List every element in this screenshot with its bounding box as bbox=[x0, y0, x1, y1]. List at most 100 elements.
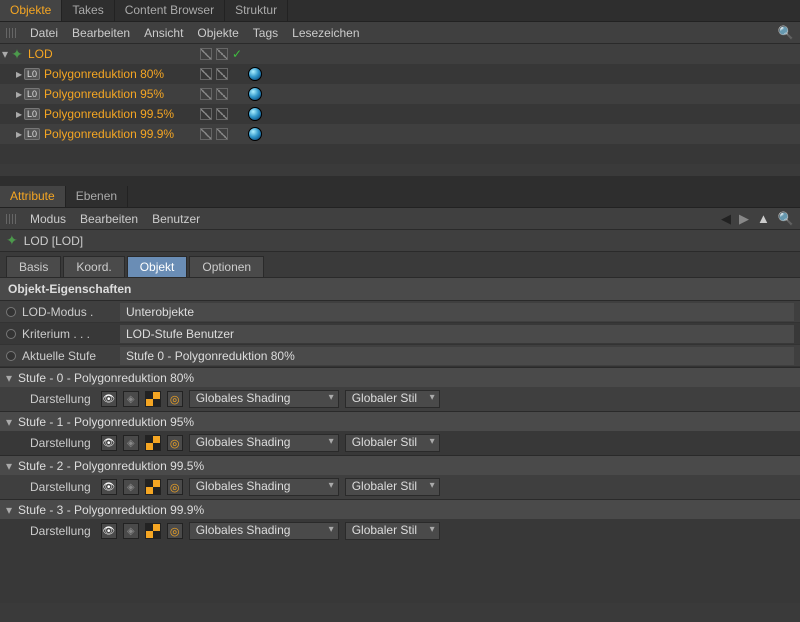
tab-attributes[interactable]: Attribute bbox=[0, 186, 66, 207]
attribute-menubar: Modus Bearbeiten Benutzer ◀ ▶ ▲ 🔍 bbox=[0, 208, 800, 230]
cube-icon[interactable] bbox=[123, 479, 139, 495]
layer-toggle-icon[interactable] bbox=[200, 88, 212, 100]
disclosure-icon[interactable]: ▸ bbox=[14, 107, 24, 121]
grip-icon[interactable] bbox=[6, 214, 16, 224]
object-tree: ▾ ✦ LOD ✓ ▸ L0 Polygonreduktion 80% ▸ L0… bbox=[0, 44, 800, 176]
anim-dot-icon[interactable] bbox=[6, 307, 16, 317]
prop-value[interactable]: Stufe 0 - Polygonreduktion 80% bbox=[120, 347, 794, 365]
render-toggle-icon[interactable] bbox=[216, 128, 228, 140]
render-toggle-icon[interactable] bbox=[216, 88, 228, 100]
panel-splitter[interactable] bbox=[0, 176, 800, 186]
tab-coord[interactable]: Koord. bbox=[63, 256, 124, 277]
tab-takes[interactable]: Takes bbox=[62, 0, 114, 21]
layer-toggle-icon[interactable] bbox=[200, 48, 212, 60]
material-sphere-icon[interactable] bbox=[248, 67, 262, 81]
target-icon[interactable] bbox=[167, 523, 183, 539]
display-label: Darstellung bbox=[30, 392, 91, 406]
material-sphere-icon[interactable] bbox=[248, 107, 262, 121]
tab-objects[interactable]: Objekte bbox=[0, 0, 62, 21]
target-icon[interactable] bbox=[167, 479, 183, 495]
material-sphere-icon[interactable] bbox=[248, 127, 262, 141]
tab-basis[interactable]: Basis bbox=[6, 256, 61, 277]
twisty-icon[interactable]: ▾ bbox=[6, 415, 18, 429]
shading-dropdown[interactable]: Globales Shading bbox=[189, 522, 339, 540]
shading-dropdown[interactable]: Globales Shading bbox=[189, 478, 339, 496]
layer-toggle-icon[interactable] bbox=[200, 68, 212, 80]
cube-icon[interactable] bbox=[123, 391, 139, 407]
checker-icon[interactable] bbox=[145, 435, 161, 451]
layer-toggle-icon[interactable] bbox=[200, 108, 212, 120]
twisty-icon[interactable]: ▾ bbox=[6, 503, 18, 517]
checker-icon[interactable] bbox=[145, 391, 161, 407]
material-sphere-icon[interactable] bbox=[248, 87, 262, 101]
shading-dropdown[interactable]: Globales Shading bbox=[189, 390, 339, 408]
lod-badge-icon: L0 bbox=[24, 88, 40, 100]
cube-icon[interactable] bbox=[123, 523, 139, 539]
disclosure-icon[interactable]: ▸ bbox=[14, 87, 24, 101]
prop-value[interactable]: LOD-Stufe Benutzer bbox=[120, 325, 794, 343]
target-icon[interactable] bbox=[167, 391, 183, 407]
grip-icon[interactable] bbox=[6, 28, 16, 38]
layer-toggle-icon[interactable] bbox=[200, 128, 212, 140]
prop-value[interactable]: Unterobjekte bbox=[120, 303, 794, 321]
nav-up-icon[interactable]: ▲ bbox=[757, 211, 770, 226]
tree-row[interactable]: ▸ L0 Polygonreduktion 99.9% bbox=[0, 124, 800, 144]
search-icon[interactable]: 🔍 bbox=[778, 211, 794, 227]
object-manager-menubar: Datei Bearbeiten Ansicht Objekte Tags Le… bbox=[0, 22, 800, 44]
object-name: Polygonreduktion 80% bbox=[44, 67, 164, 81]
tab-structure[interactable]: Struktur bbox=[225, 0, 288, 21]
menu-file[interactable]: Datei bbox=[30, 26, 58, 40]
stage-header-0[interactable]: ▾ Stufe - 0 - Polygonreduktion 80% bbox=[0, 367, 800, 387]
menu-bookmarks[interactable]: Lesezeichen bbox=[292, 26, 359, 40]
disclosure-icon[interactable]: ▸ bbox=[14, 67, 24, 81]
twisty-icon[interactable]: ▾ bbox=[6, 371, 18, 385]
attribute-sub-tabs: Basis Koord. Objekt Optionen bbox=[0, 252, 800, 278]
menu-mode[interactable]: Modus bbox=[30, 212, 66, 226]
render-toggle-icon[interactable] bbox=[216, 108, 228, 120]
menu-objects[interactable]: Objekte bbox=[197, 26, 238, 40]
stage-header-1[interactable]: ▾ Stufe - 1 - Polygonreduktion 95% bbox=[0, 411, 800, 431]
lod-badge-icon: L0 bbox=[24, 68, 40, 80]
tree-row[interactable]: ▸ L0 Polygonreduktion 80% bbox=[0, 64, 800, 84]
tab-object[interactable]: Objekt bbox=[127, 256, 188, 277]
tree-row-root[interactable]: ▾ ✦ LOD ✓ bbox=[0, 44, 800, 64]
tab-content-browser[interactable]: Content Browser bbox=[115, 0, 225, 21]
nav-back-icon[interactable]: ◀ bbox=[721, 211, 731, 227]
anim-dot-icon[interactable] bbox=[6, 329, 16, 339]
checker-icon[interactable] bbox=[145, 479, 161, 495]
render-toggle-icon[interactable] bbox=[216, 68, 228, 80]
style-dropdown[interactable]: Globaler Stil bbox=[345, 434, 440, 452]
disclosure-icon[interactable]: ▾ bbox=[0, 47, 10, 61]
twisty-icon[interactable]: ▾ bbox=[6, 459, 18, 473]
tab-options[interactable]: Optionen bbox=[189, 256, 264, 277]
disclosure-icon[interactable]: ▸ bbox=[14, 127, 24, 141]
target-icon[interactable] bbox=[167, 435, 183, 451]
shading-dropdown[interactable]: Globales Shading bbox=[189, 434, 339, 452]
style-dropdown[interactable]: Globaler Stil bbox=[345, 522, 440, 540]
display-label: Darstellung bbox=[30, 436, 91, 450]
menu-edit[interactable]: Bearbeiten bbox=[80, 212, 138, 226]
tree-row[interactable]: ▸ L0 Polygonreduktion 99.5% bbox=[0, 104, 800, 124]
checker-icon[interactable] bbox=[145, 523, 161, 539]
tab-layers[interactable]: Ebenen bbox=[66, 186, 128, 207]
menu-view[interactable]: Ansicht bbox=[144, 26, 183, 40]
eye-icon[interactable] bbox=[101, 435, 117, 451]
tree-row[interactable]: ▸ L0 Polygonreduktion 95% bbox=[0, 84, 800, 104]
eye-icon[interactable] bbox=[101, 523, 117, 539]
eye-icon[interactable] bbox=[101, 479, 117, 495]
anim-dot-icon[interactable] bbox=[6, 351, 16, 361]
eye-icon[interactable] bbox=[101, 391, 117, 407]
cube-icon[interactable] bbox=[123, 435, 139, 451]
enabled-check-icon[interactable]: ✓ bbox=[232, 47, 242, 61]
menu-user[interactable]: Benutzer bbox=[152, 212, 200, 226]
menu-tags[interactable]: Tags bbox=[253, 26, 278, 40]
render-toggle-icon[interactable] bbox=[216, 48, 228, 60]
stage-header-2[interactable]: ▾ Stufe - 2 - Polygonreduktion 99.5% bbox=[0, 455, 800, 475]
style-dropdown[interactable]: Globaler Stil bbox=[345, 390, 440, 408]
stage-header-3[interactable]: ▾ Stufe - 3 - Polygonreduktion 99.9% bbox=[0, 499, 800, 519]
search-icon[interactable]: 🔍 bbox=[778, 25, 794, 41]
menu-edit[interactable]: Bearbeiten bbox=[72, 26, 130, 40]
stage-body-1: Darstellung Globales Shading Globaler St… bbox=[0, 431, 800, 455]
nav-forward-icon[interactable]: ▶ bbox=[739, 211, 749, 227]
style-dropdown[interactable]: Globaler Stil bbox=[345, 478, 440, 496]
